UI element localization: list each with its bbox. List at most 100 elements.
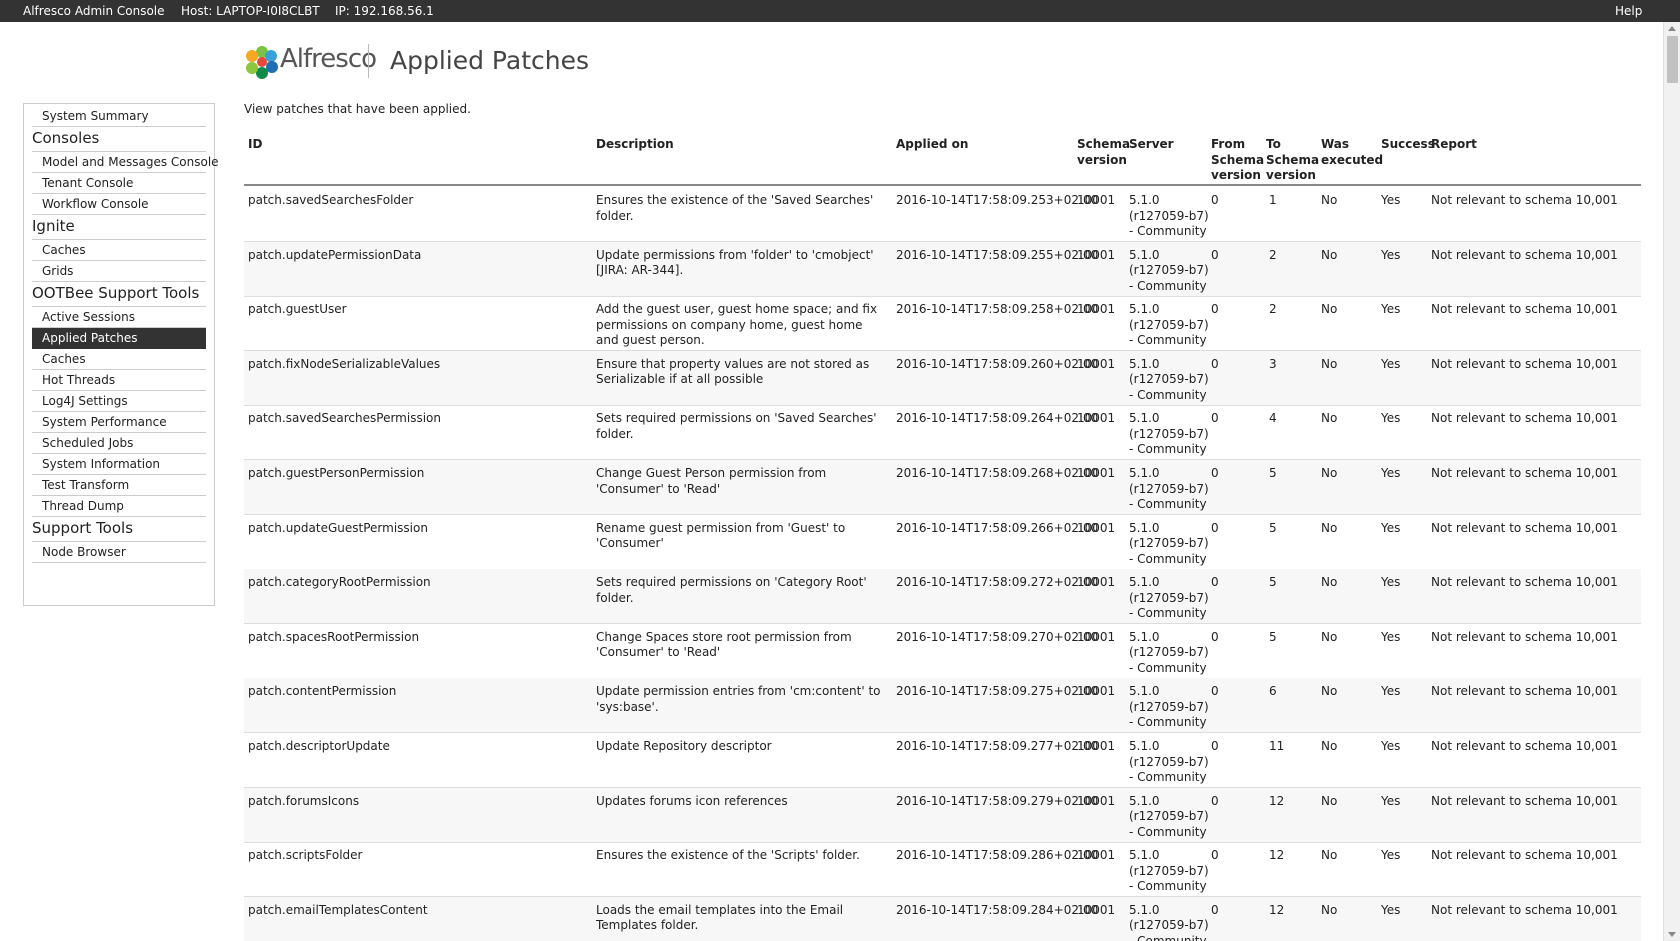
sidebar-item-hot-threads[interactable]: Hot Threads [32,370,206,391]
sidebar-item-node-browser[interactable]: Node Browser [32,542,206,563]
cell-schema-version: 10001 [1077,629,1116,644]
cell-from-schema: 0 [1211,356,1219,371]
scrollbar-thumb[interactable] [1667,36,1678,83]
cell-report: Not relevant to schema 10,001 [1431,193,1618,207]
cell-from-schema: 0 [1211,411,1219,426]
table-row: patch.scriptsFolder Ensures the existence… [244,842,1641,898]
cell-id: patch.updateGuestPermission [248,520,428,535]
sidebar-item-label: Tenant Console [42,176,134,190]
cell-to-schema: 2 [1269,302,1277,317]
cell-success: Yes [1381,629,1401,644]
sidebar-item-caches[interactable]: Caches [32,349,206,370]
cell-from-schema: 0 [1211,247,1219,262]
cell-applied-on: 2016-10-14T17:58:09.264+02:00 [896,411,1099,426]
col-header-report: Report [1431,137,1477,151]
cell-to-schema: 12 [1269,902,1285,917]
sidebar-item-label: Grids [42,264,74,278]
cell-success: Yes [1381,575,1401,590]
col-header-to-schema: To Schema version [1266,137,1320,182]
cell-server: 5.1.0 (r127059-b7) - Community [1129,247,1209,293]
cell-success: Yes [1381,247,1401,262]
cell-from-schema: 0 [1211,193,1219,207]
sidebar-group-heading: Consoles [32,129,100,147]
cell-schema-version: 10001 [1077,466,1116,480]
cell-id: patch.fixNodeSerializableValues [248,356,441,371]
table-row: patch.descriptorUpdate Update Repository … [244,733,1641,788]
table-header: ID Description Applied on Schema version… [244,134,1641,186]
scroll-up-arrow-icon[interactable] [1668,26,1676,31]
alfresco-logo[interactable]: Alfresco [244,42,377,82]
col-header-success: Success [1381,137,1435,151]
cell-to-schema: 12 [1269,793,1285,808]
cell-schema-version: 10001 [1077,247,1116,262]
cell-success: Yes [1381,902,1401,917]
cell-schema-version: 10001 [1077,793,1116,808]
cell-applied-on: 2016-10-14T17:58:09.266+02:00 [896,520,1099,535]
cell-server: 5.1.0 (r127059-b7) - Community [1129,684,1209,730]
cell-was-executed: No [1321,193,1338,207]
cell-to-schema: 1 [1269,193,1277,207]
col-header-from-schema: From Schema version [1211,137,1265,182]
cell-was-executed: No [1321,356,1338,371]
sidebar-item-scheduled-jobs[interactable]: Scheduled Jobs [32,433,206,454]
sidebar-item-label: System Information [42,457,161,471]
sidebar-item-label: Node Browser [42,545,126,559]
table-row: patch.fixNodeSerializableValues Ensure th… [244,350,1641,406]
sidebar-item-workflow-console[interactable]: Workflow Console [32,194,206,215]
scroll-down-arrow-icon[interactable] [1668,932,1676,937]
col-header-description: Description [596,137,674,151]
sidebar-item-grids[interactable]: Grids [32,261,206,282]
help-link[interactable]: Help [1615,4,1642,18]
sidebar-item-caches[interactable]: Caches [32,240,206,261]
cell-description: Sets required permissions on 'Category R… [596,575,867,605]
cell-report: Not relevant to schema 10,001 [1431,247,1618,262]
cell-server: 5.1.0 (r127059-b7) - Community [1129,520,1209,566]
cell-was-executed: No [1321,466,1338,480]
cell-server: 5.1.0 (r127059-b7) - Community [1129,902,1209,941]
app-name: Alfresco Admin Console [23,4,165,18]
cell-was-executed: No [1321,247,1338,262]
sidebar-item-active-sessions[interactable]: Active Sessions [32,307,206,328]
cell-id: patch.spacesRootPermission [248,629,420,644]
sidebar-item-tenant-console[interactable]: Tenant Console [32,173,206,194]
sidebar-item-label: Scheduled Jobs [42,436,134,450]
sidebar-item-test-transform[interactable]: Test Transform [32,475,206,496]
cell-description: Ensures the existence of the 'Scripts' f… [596,848,860,863]
sidebar-item-system-summary[interactable]: System Summary [32,106,206,127]
table-row: patch.updateGuestPermission Rename guest … [244,515,1641,570]
sidebar-item-label: Log4J Settings [42,394,128,408]
sidebar-item-system-information[interactable]: System Information [32,454,206,475]
table-row: patch.categoryRootPermission Sets require… [244,569,1641,625]
cell-to-schema: 5 [1269,520,1277,535]
cell-report: Not relevant to schema 10,001 [1431,520,1618,535]
sidebar-item-applied-patches[interactable]: Applied Patches [32,328,206,349]
cell-to-schema: 5 [1269,575,1277,590]
cell-server: 5.1.0 (r127059-b7) - Community [1129,193,1209,238]
cell-id: patch.categoryRootPermission [248,575,431,590]
cell-to-schema: 11 [1269,739,1285,753]
cell-report: Not relevant to schema 10,001 [1431,848,1618,863]
sidebar-item-log4j-settings[interactable]: Log4J Settings [32,391,206,412]
cell-from-schema: 0 [1211,520,1219,535]
cell-success: Yes [1381,356,1401,371]
table-row: patch.forumsIcons Updates forums icon ref… [244,787,1641,843]
col-header-server: Server [1129,137,1174,151]
cell-from-schema: 0 [1211,629,1219,644]
cell-schema-version: 10001 [1077,411,1116,426]
sidebar-item-model-and-messages-console[interactable]: Model and Messages Console [32,152,219,173]
header-divider [368,44,369,78]
sidebar-item-label: Applied Patches [42,331,138,345]
cell-schema-version: 10001 [1077,356,1116,371]
sidebar-item-thread-dump[interactable]: Thread Dump [32,496,206,517]
cell-id: patch.descriptorUpdate [248,739,390,753]
sidebar-item-label: Caches [42,243,86,257]
cell-to-schema: 5 [1269,629,1277,644]
page-scrollbar[interactable] [1663,22,1680,941]
cell-applied-on: 2016-10-14T17:58:09.270+02:00 [896,629,1099,644]
cell-report: Not relevant to schema 10,001 [1431,629,1618,644]
table-row: patch.savedSearchesPermission Sets requir… [244,405,1641,461]
cell-report: Not relevant to schema 10,001 [1431,411,1618,426]
cell-description: Ensure that property values are not stor… [596,356,870,387]
sidebar-item-system-performance[interactable]: System Performance [32,412,206,433]
cell-description: Add the guest user, guest home space; an… [596,302,878,348]
